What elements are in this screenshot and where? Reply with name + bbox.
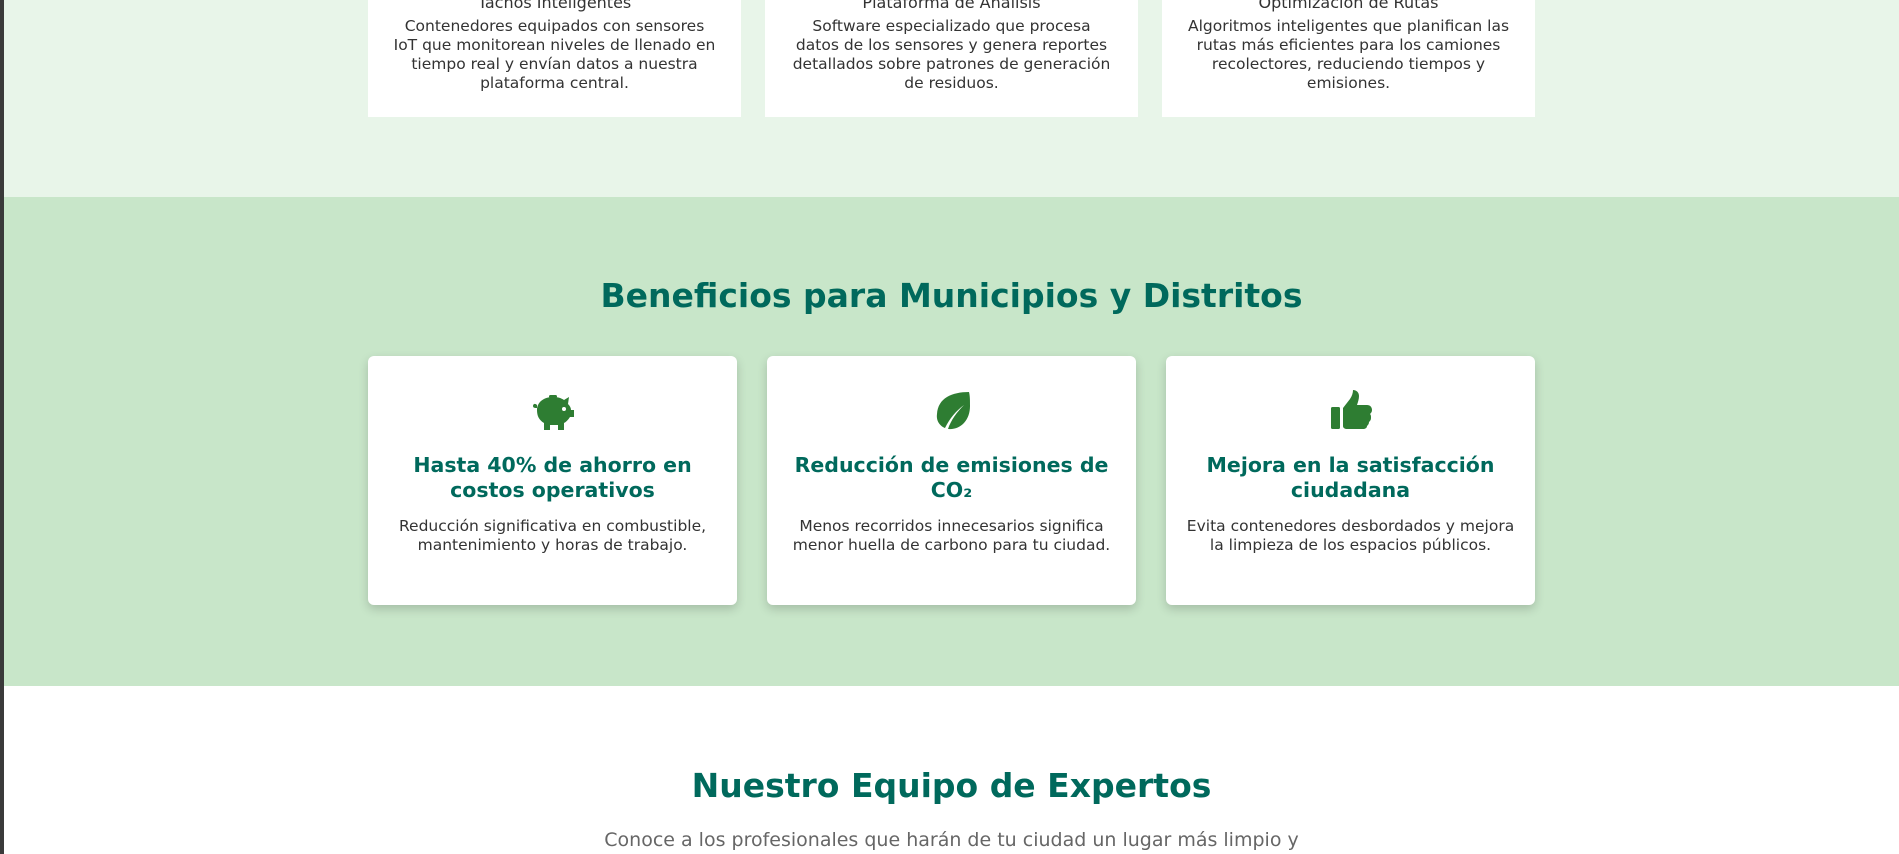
solution-title: Optimización de Rutas <box>1258 0 1439 12</box>
page: Tachos Inteligentes Contenedores equipad… <box>4 0 1899 854</box>
solution-card-analytics-platform: Plataforma de Análisis Software especial… <box>765 0 1138 117</box>
solution-description: Algoritmos inteligentes que planifican l… <box>1187 17 1510 92</box>
solution-title: Plataforma de Análisis <box>862 0 1041 12</box>
leaf-icon <box>936 392 970 430</box>
benefits-heading: Beneficios para Municipios y Distritos <box>600 276 1303 315</box>
solution-description: Contenedores equipados con sensores IoT … <box>393 17 716 92</box>
thumbs-up-icon <box>1330 390 1372 429</box>
benefits-section: Beneficios para Municipios y Distritos H… <box>4 197 1899 686</box>
solution-card-smart-bins: Tachos Inteligentes Contenedores equipad… <box>368 0 741 117</box>
benefit-title: Mejora en la satisfacción ciudadana <box>1206 453 1495 502</box>
benefit-description: Menos recorridos innecesarios significa … <box>792 517 1111 554</box>
team-heading: Nuestro Equipo de Expertos <box>691 766 1212 805</box>
benefit-card-emissions: Reducción de emisiones de CO₂ Menos reco… <box>767 356 1136 605</box>
piggy-bank-icon <box>532 395 574 430</box>
benefit-title: Reducción de emisiones de CO₂ <box>794 453 1109 502</box>
solution-card-route-optimization: Optimización de Rutas Algoritmos intelig… <box>1162 0 1535 117</box>
benefit-title: Hasta 40% de ahorro en costos operativos <box>413 453 692 502</box>
benefit-card-savings: Hasta 40% de ahorro en costos operativos… <box>368 356 737 605</box>
solutions-section: Tachos Inteligentes Contenedores equipad… <box>4 0 1899 197</box>
solution-title: Tachos Inteligentes <box>477 0 632 12</box>
benefit-description: Evita contenedores desbordados y mejora … <box>1186 517 1515 554</box>
team-subtitle: Conoce a los profesionales que harán de … <box>604 829 1299 851</box>
team-section: Nuestro Equipo de Expertos Conoce a los … <box>4 686 1899 854</box>
solution-description: Software especializado que procesa datos… <box>792 17 1111 92</box>
benefit-description: Reducción significativa en combustible, … <box>398 517 707 554</box>
benefit-card-satisfaction: Mejora en la satisfacción ciudadana Evit… <box>1166 356 1535 605</box>
